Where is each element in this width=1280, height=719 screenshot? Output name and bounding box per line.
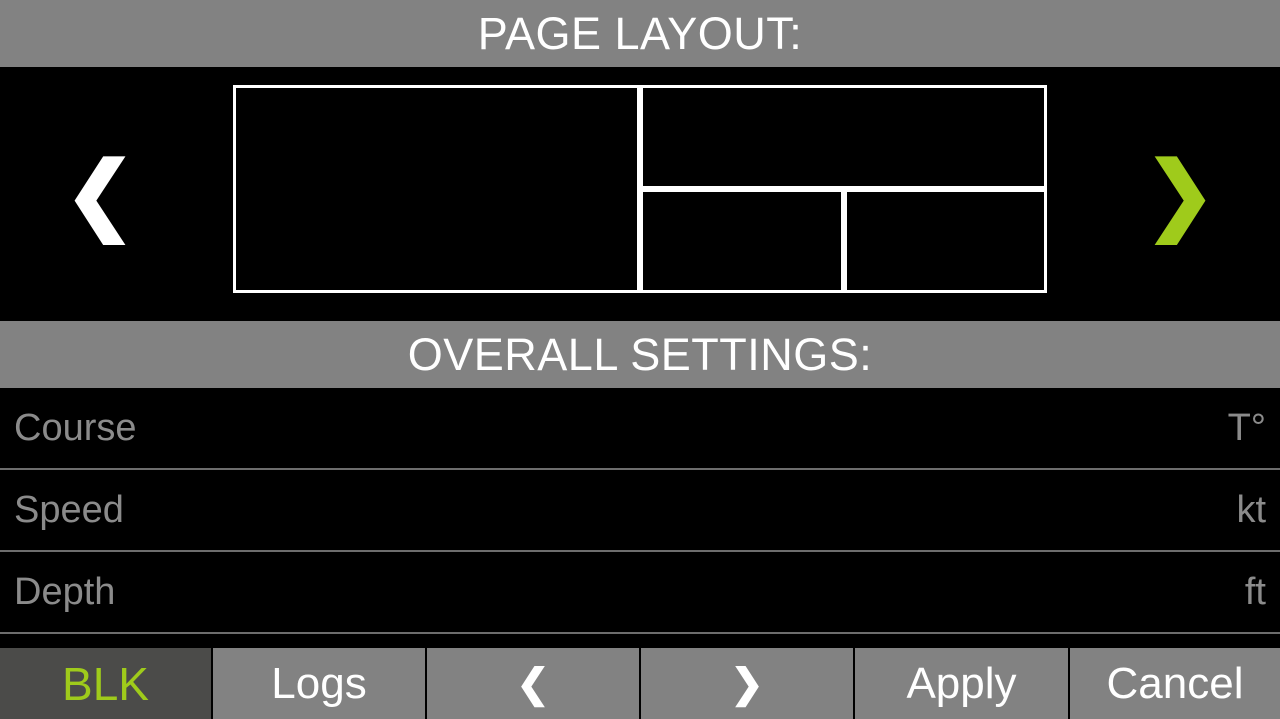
layout-pane-top-right[interactable]: [640, 85, 1047, 189]
layout-prev-chevron-icon[interactable]: ❮: [0, 67, 200, 321]
toolbar-prev-chevron-icon: ❮: [516, 661, 550, 706]
overall-settings-list: Course T° Speed kt Depth ft: [0, 388, 1280, 648]
layout-pane-bottom-right[interactable]: [844, 189, 1047, 293]
page-layout-header: PAGE LAYOUT:: [0, 0, 1280, 67]
settings-row-label: Speed: [14, 489, 124, 531]
layout-next-chevron-glyph: ❯: [1143, 146, 1217, 242]
layout-right-column: [640, 85, 1047, 293]
layout-prev-chevron-glyph: ❮: [63, 146, 137, 242]
overall-settings-header-title: OVERALL SETTINGS:: [407, 329, 873, 380]
toolbar-next-chevron-icon: ❯: [730, 661, 764, 706]
toolbar-apply-button[interactable]: Apply: [855, 648, 1068, 719]
toolbar-blk-button[interactable]: BLK: [0, 648, 211, 719]
layout-preview-region: ❮ ❯: [0, 67, 1280, 321]
settings-row-unit: kt: [1236, 489, 1266, 531]
settings-row-label: Depth: [14, 571, 116, 613]
settings-row-unit: ft: [1244, 571, 1266, 613]
settings-row-label: Course: [14, 407, 137, 449]
layout-diagram[interactable]: [233, 85, 1047, 293]
settings-row-unit: T°: [1227, 407, 1266, 449]
settings-row-speed[interactable]: Speed kt: [0, 470, 1280, 552]
toolbar-logs-label: Logs: [271, 658, 367, 708]
toolbar-cancel-label: Cancel: [1106, 658, 1244, 708]
toolbar-logs-button[interactable]: Logs: [213, 648, 425, 719]
toolbar-apply-label: Apply: [906, 658, 1017, 708]
settings-row-course[interactable]: Course T°: [0, 388, 1280, 470]
toolbar-next-button[interactable]: ❯: [641, 648, 853, 719]
toolbar-cancel-button[interactable]: Cancel: [1070, 648, 1280, 719]
toolbar-blk-label: BLK: [62, 657, 149, 710]
layout-bottom-row: [640, 189, 1047, 293]
layout-pane-bottom-left[interactable]: [640, 189, 844, 293]
overall-settings-header: OVERALL SETTINGS:: [0, 321, 1280, 388]
layout-next-chevron-icon[interactable]: ❯: [1080, 67, 1280, 321]
layout-pane-main[interactable]: [233, 85, 640, 293]
page-layout-header-title: PAGE LAYOUT:: [477, 8, 803, 59]
page-layout-settings-screen: PAGE LAYOUT: ❮ ❯ OVERALL SETTINGS: Cours…: [0, 0, 1280, 719]
bottom-toolbar: BLK Logs ❮ ❯ Apply Cancel: [0, 648, 1280, 719]
settings-row-depth[interactable]: Depth ft: [0, 552, 1280, 634]
toolbar-prev-button[interactable]: ❮: [427, 648, 639, 719]
